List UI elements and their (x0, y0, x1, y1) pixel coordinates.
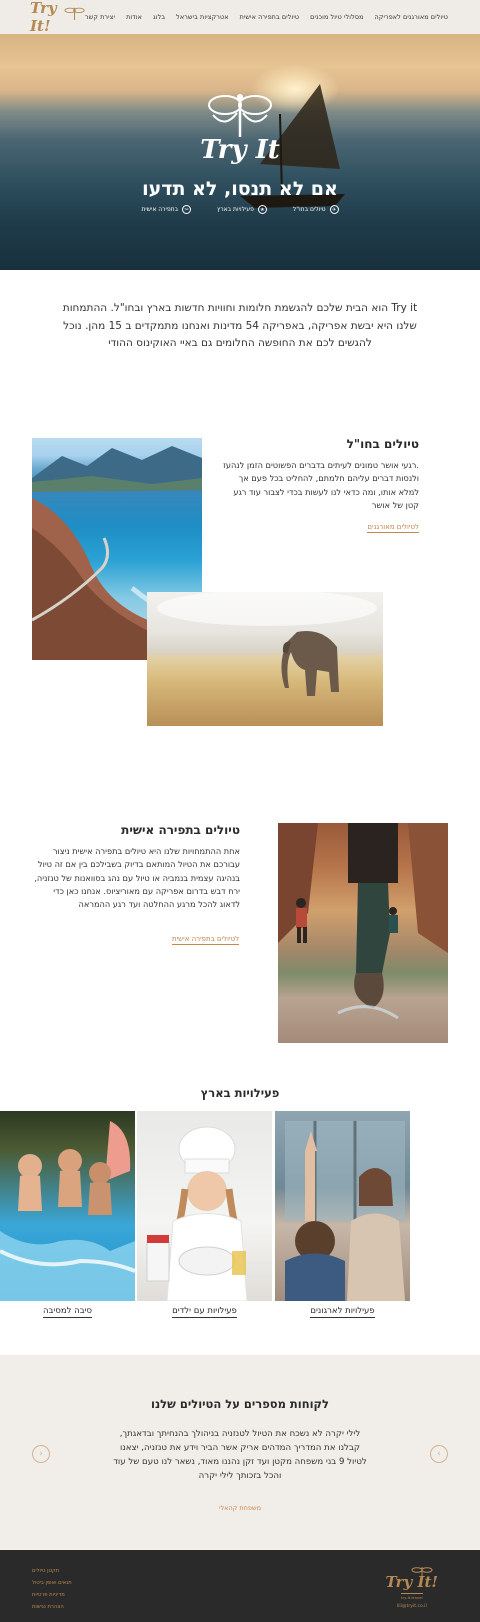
hero-brand: Try It (200, 135, 280, 165)
nav-contact[interactable]: יצירת קשר (85, 13, 115, 21)
hero-title: אם לא תנסו, לא תדעו (142, 178, 338, 200)
organized-tours-link[interactable]: לטיולים מאורגנים (367, 523, 419, 533)
plane-icon: ✈ (329, 205, 339, 214)
chevron-right-icon: › (437, 1449, 441, 1459)
footer-email[interactable]: lili@tryit.co.il (397, 1604, 427, 1609)
hero-link-label: בתפירה אישית (141, 206, 179, 213)
hero-link-local[interactable]: ★ פעילויות בארץ (217, 205, 267, 214)
kids-cooking-image (137, 1111, 272, 1301)
nav-africa-tours[interactable]: טיולים מאורגנים לאפריקה (375, 13, 448, 21)
nav-israel-attractions[interactable]: אטרקציות בישראל (176, 13, 228, 21)
testimonial-next-arrow[interactable]: › (430, 1445, 448, 1463)
main-nav: טיולים מאורגנים לאפריקה מסלולי טיול מוכנ… (85, 13, 448, 21)
abroad-text: .רגעי אושר טמונים לעיתים בדברים הפשוטים … (223, 460, 419, 510)
elephant-image (147, 592, 383, 726)
site-footer: תקנון טיולים תנאים ואופן ביטול מדיניות פ… (0, 1550, 480, 1622)
abroad-title: טיולים בחו"ל (346, 437, 419, 451)
activity-card-party[interactable]: סיבה למסיבה (0, 1111, 135, 1318)
footer-link-cancellation[interactable]: תנאים ואופן ביטול (32, 1580, 72, 1586)
testimonial-author: משפחת קהאלי (218, 1504, 261, 1512)
hero-link-abroad[interactable]: ✈ טיולים בחו"ל (293, 205, 339, 214)
site-logo[interactable]: Try It! (30, 0, 85, 35)
footer-link-terms[interactable]: תקנון טיולים (32, 1568, 59, 1574)
star-icon: ★ (257, 205, 267, 214)
intro-text: Try it הוא הבית שלכם להגשמת חלומות וחווי… (62, 302, 418, 349)
dragonfly-icon (208, 94, 272, 137)
hero-logo: Try It (0, 89, 480, 165)
activity-card-kids[interactable]: פעילויות עם ילדים (137, 1111, 272, 1318)
footer-logo: Try It! try-it-travel lili@tryit.co.il (386, 1565, 438, 1609)
activities-title: פעילויות בארץ (200, 1086, 280, 1100)
site-header: טיולים מאורגנים לאפריקה מסלולי טיול מוכנ… (0, 0, 480, 35)
nav-custom-tours[interactable]: טיולים בתפירה אישית (240, 13, 300, 21)
hero-links: ✈ טיולים בחו"ל ★ פעילויות בארץ ✂ בתפירה … (0, 205, 480, 214)
footer-tag: try-it-travel (401, 1593, 423, 1600)
activity-label: פעילויות לארגונים (310, 1306, 375, 1318)
pool-party-image (0, 1111, 135, 1301)
organizations-image (275, 1111, 410, 1301)
nav-ready-routes[interactable]: מסלולי טיול מוכנים (310, 13, 363, 21)
hiking-boots-image (278, 823, 448, 1043)
footer-link-privacy[interactable]: מדיניות פרטיות (32, 1592, 65, 1598)
hero-link-label: פעילויות בארץ (217, 206, 254, 213)
dragonfly-icon (64, 7, 85, 21)
hero-link-label: טיולים בחו"ל (292, 206, 326, 213)
personal-text: אחת ההתמחויות שלנו היא טיולים בתפירה איש… (34, 846, 240, 910)
activity-label: פעילויות עם ילדים (172, 1306, 237, 1318)
nav-blog[interactable]: בלוג (153, 13, 165, 21)
activity-label: סיבה למסיבה (42, 1306, 93, 1318)
hero-link-custom[interactable]: ✂ בתפירה אישית (141, 205, 192, 214)
footer-link-accessibility[interactable]: הצהרת נגישות (32, 1604, 64, 1610)
nav-about[interactable]: אודות (126, 13, 142, 21)
scissors-icon: ✂ (182, 205, 192, 214)
hero-banner: Try It אם לא תנסו, לא תדעו ✈ טיולים בחו"… (0, 34, 480, 270)
custom-tours-link[interactable]: לטיולים בתפירה אישית (172, 935, 240, 945)
personal-title: טיולים בתפירה אישית (121, 823, 240, 837)
footer-links: תקנון טיולים תנאים ואופן ביטול מדיניות פ… (32, 1568, 72, 1610)
testimonials-section: לקוחות מספרים על הטיולים שלנו לילי יקרה … (0, 1355, 480, 1550)
chevron-left-icon: ‹ (39, 1449, 43, 1459)
testimonial-quote: לילי יקרה לא נשכח את הטיול לטנזניה בניהו… (113, 1429, 367, 1481)
testimonials-title: לקוחות מספרים על הטיולים שלנו (151, 1397, 329, 1411)
testimonial-prev-arrow[interactable]: ‹ (32, 1445, 50, 1463)
footer-brand: Try It! (385, 1573, 438, 1591)
activity-card-organizations[interactable]: פעילויות לארגונים (275, 1111, 410, 1318)
